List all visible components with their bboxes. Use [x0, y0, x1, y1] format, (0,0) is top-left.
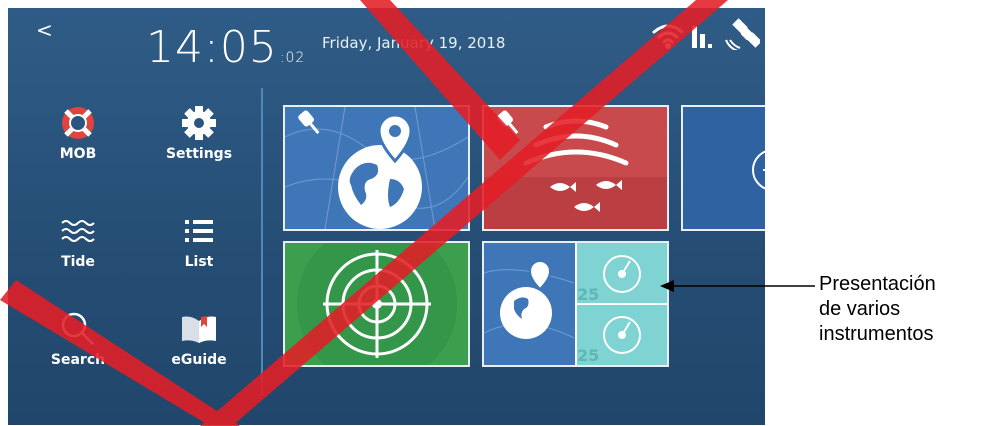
fishfinder-tile[interactable] [482, 105, 669, 231]
back-button[interactable]: < [36, 18, 53, 42]
lifebuoy-icon [62, 107, 94, 139]
multi-instrument-tile[interactable]: 25 25 [482, 241, 669, 367]
callout-line-3: instrumentos [819, 323, 934, 345]
list-label: List [184, 254, 214, 270]
callout-text: Presentación de varios instrumentos [819, 272, 936, 347]
status-icons [652, 18, 760, 50]
waves-icon [61, 220, 95, 242]
chart-tile[interactable] [283, 105, 470, 231]
app-screen: < 14:05:02 Friday, January 19, 2018 MOB… [8, 8, 765, 425]
gauge-value-bottom: 25 [577, 346, 600, 365]
pin-icon [298, 110, 320, 135]
book-icon [182, 316, 216, 343]
sidebar-divider [261, 88, 263, 396]
eguide-button[interactable]: eGuide [154, 306, 244, 386]
multi-instrument-art [484, 243, 667, 365]
list-button[interactable]: List [154, 208, 244, 288]
add-icon [752, 150, 765, 190]
date-label: Friday, January 19, 2018 [322, 34, 506, 52]
clock-time: 14:05 [146, 22, 278, 73]
search-label: Search [50, 352, 106, 368]
add-page-tile[interactable] [681, 105, 765, 231]
tide-label: Tide [61, 254, 95, 270]
signal-bars-icon [692, 26, 712, 48]
gear-icon [182, 106, 216, 140]
list-icon [185, 220, 213, 242]
wifi-icon [652, 24, 684, 49]
radar-tile-art [297, 243, 457, 365]
callout-arrow [660, 280, 815, 292]
fishfinder-tile-art [484, 110, 667, 229]
callout-line-2: de varios [819, 298, 901, 320]
mob-button[interactable]: MOB [33, 100, 123, 180]
clock-seconds: :02 [279, 50, 306, 66]
satellite-icon [725, 18, 760, 50]
chart-tile-art [285, 107, 468, 229]
settings-button[interactable]: Settings [154, 100, 244, 180]
magnifier-icon [61, 312, 94, 345]
search-button[interactable]: Search [33, 306, 123, 386]
gauge-value-top: 25 [577, 285, 600, 304]
settings-label: Settings [165, 146, 233, 162]
callout-line-1: Presentación [819, 273, 936, 295]
eguide-label: eGuide [171, 352, 227, 368]
mob-label: MOB [59, 146, 97, 162]
tide-button[interactable]: Tide [33, 208, 123, 288]
clock: 14:05:02 [146, 22, 305, 73]
pin-icon [497, 110, 519, 135]
radar-tile[interactable] [283, 241, 470, 367]
